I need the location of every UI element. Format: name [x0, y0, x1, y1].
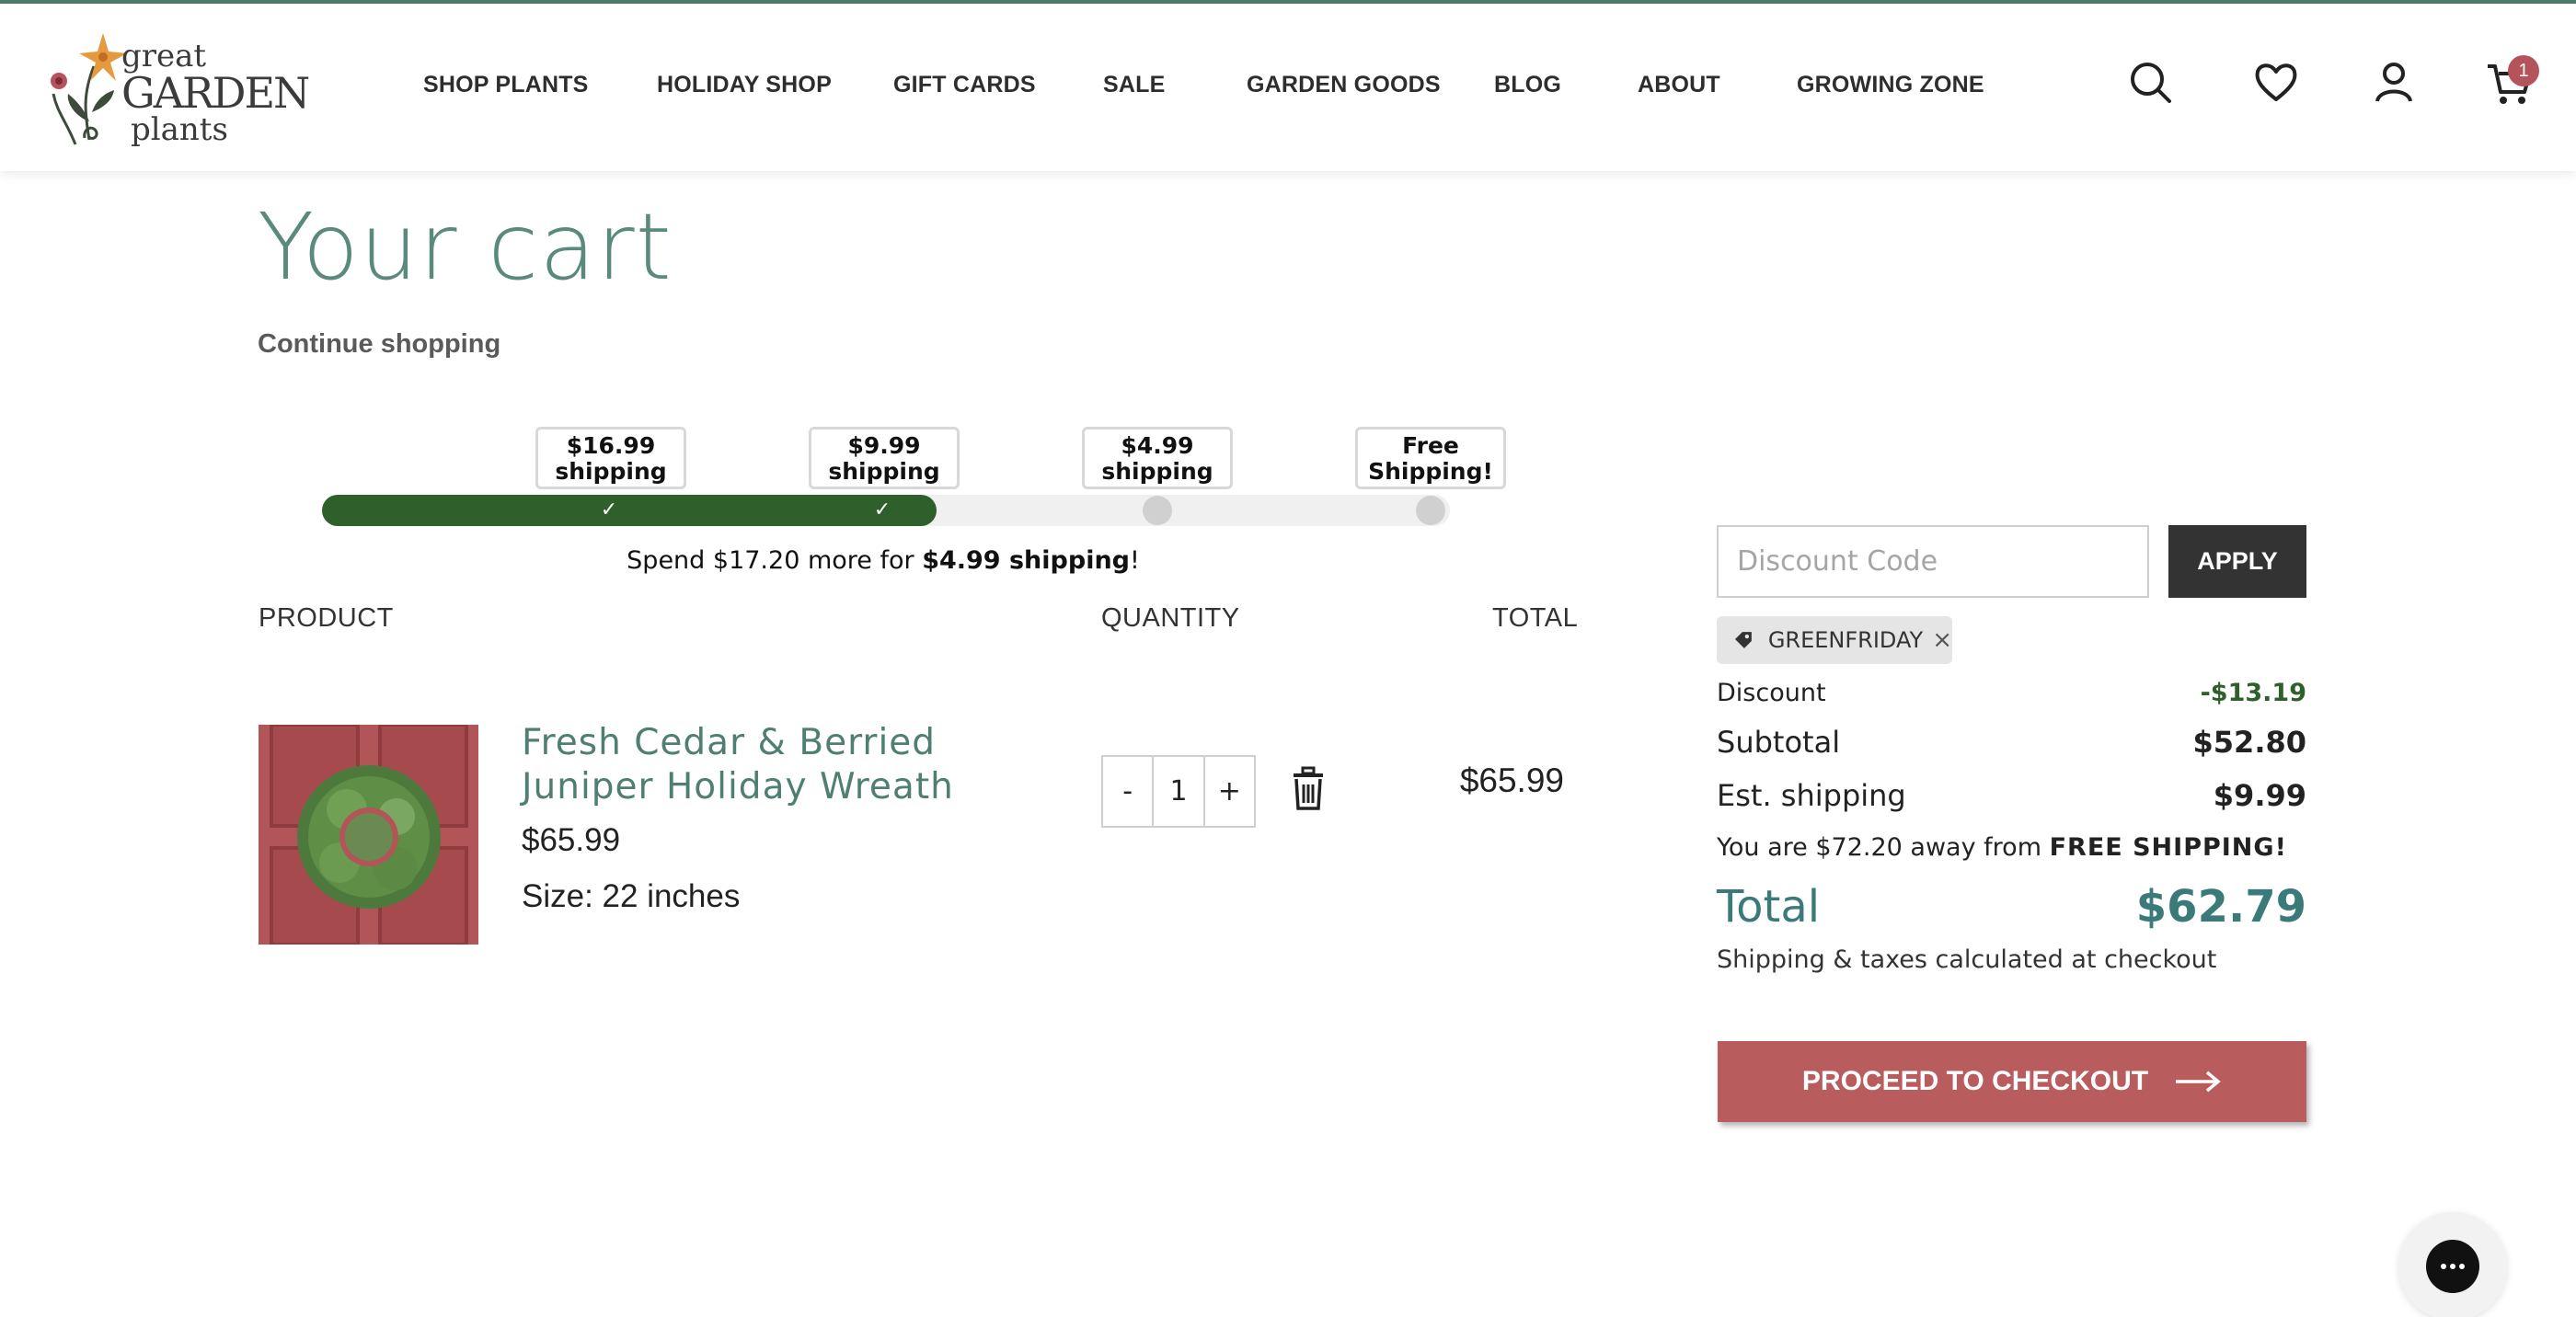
discount-label: Discount [1717, 679, 1826, 707]
nav-growing-zone[interactable]: GROWING ZONE [1797, 72, 1984, 98]
nav-about[interactable]: ABOUT [1638, 72, 1720, 98]
check-icon: ✓ [873, 498, 891, 521]
nav-garden-goods[interactable]: GARDEN GOODS [1247, 72, 1441, 98]
shipping-progress-message: Spend $17.20 more for $4.99 shipping! [460, 546, 1306, 575]
checkout-label: PROCEED TO CHECKOUT [1801, 1066, 2149, 1096]
shipping-value: $9.99 [2213, 778, 2306, 813]
tier-label-text: Shipping! [1368, 458, 1493, 485]
subtotal-row: Subtotal $52.80 [1717, 725, 2306, 760]
subtotal-value: $52.80 [2192, 725, 2306, 760]
tax-note: Shipping & taxes calculated at checkout [1717, 945, 2217, 974]
tier-label-text: shipping [828, 458, 940, 485]
product-unit-price: $65.99 [522, 822, 621, 858]
proceed-to-checkout-button[interactable]: PROCEED TO CHECKOUT [1718, 1041, 2306, 1122]
shipping-progress-fill [322, 495, 937, 526]
column-header-total: TOTAL [1492, 603, 1579, 633]
discount-row: Discount -$13.19 [1717, 679, 2306, 707]
product-variant-size: Size: 22 inches [522, 878, 741, 914]
tier-label-text: shipping [1101, 458, 1213, 485]
arrow-right-icon [2176, 1071, 2221, 1093]
site-logo[interactable]: great GARDEN plants [48, 29, 310, 153]
applied-discount-chip: GREENFRIDAY × [1717, 616, 1952, 664]
total-label: Total [1717, 881, 1821, 933]
logo-great: great [121, 38, 207, 74]
discount-value: -$13.19 [2200, 679, 2306, 707]
column-header-quantity: QUANTITY [1101, 603, 1240, 633]
tier-price: $9.99 [847, 432, 921, 459]
spend-msg-prefix: Spend $17.20 more for [627, 546, 923, 575]
away-prefix: You are $72.20 away from [1717, 833, 2050, 862]
line-item-total: $65.99 [1459, 762, 1564, 799]
remove-discount-icon[interactable]: × [1932, 626, 1952, 654]
away-bold: FREE SHIPPING! [2049, 833, 2287, 862]
logo-garden: GARDEN [121, 68, 310, 118]
spend-msg-bold: $4.99 shipping [922, 546, 1130, 575]
progress-dot [1143, 496, 1172, 525]
heart-icon[interactable] [2250, 57, 2302, 109]
tier-price: Free [1402, 432, 1459, 459]
nav-gift-cards[interactable]: GIFT CARDS [893, 72, 1036, 98]
apply-discount-button[interactable]: APPLY [2168, 525, 2306, 598]
progress-dot [1416, 496, 1445, 525]
column-header-product: PRODUCT [259, 603, 394, 633]
search-icon[interactable] [2125, 57, 2177, 109]
spend-msg-suffix: ! [1130, 546, 1140, 575]
nav-blog[interactable]: BLOG [1494, 72, 1561, 98]
wreath-image [259, 725, 478, 945]
shipping-tier-1: $16.99 shipping [535, 427, 686, 489]
logo-wordmark: great GARDEN plants [121, 38, 310, 148]
product-image[interactable] [259, 725, 478, 945]
nav-sale[interactable]: SALE [1103, 72, 1165, 98]
quantity-decrease-button[interactable]: - [1103, 757, 1152, 826]
cart-count-badge: 1 [2508, 55, 2539, 86]
logo-plants: plants [131, 111, 228, 148]
tier-price: $16.99 [566, 432, 656, 459]
shipping-tier-4: Free Shipping! [1355, 427, 1506, 489]
continue-shopping-link[interactable]: Continue shopping [258, 329, 500, 360]
flower-logo-icon [51, 33, 127, 145]
subtotal-label: Subtotal [1717, 725, 1841, 760]
trash-icon[interactable] [1290, 766, 1327, 810]
nav-shop-plants[interactable]: SHOP PLANTS [423, 72, 589, 98]
shipping-tier-3: $4.99 shipping [1082, 427, 1233, 489]
tier-label-text: shipping [555, 458, 667, 485]
free-shipping-message: You are $72.20 away from FREE SHIPPING! [1717, 833, 2287, 862]
chat-widget-button[interactable] [2398, 1212, 2507, 1317]
nav-holiday-shop[interactable]: HOLIDAY SHOP [657, 72, 832, 98]
total-value: $62.79 [2135, 881, 2306, 933]
applied-discount-code: GREENFRIDAY [1767, 627, 1924, 653]
user-icon[interactable] [2368, 57, 2420, 109]
product-name-link[interactable]: Fresh Cedar & Berried Juniper Holiday Wr… [522, 721, 1000, 809]
quantity-stepper: - 1 + [1101, 755, 1256, 828]
tier-price: $4.99 [1121, 432, 1194, 459]
shipping-row: Est. shipping $9.99 [1717, 778, 2306, 813]
quantity-increase-button[interactable]: + [1205, 757, 1254, 826]
site-header: great GARDEN plants SHOP PLANTS HOLIDAY … [0, 4, 2576, 171]
shipping-tier-2: $9.99 shipping [809, 427, 960, 489]
tag-icon [1734, 632, 1752, 648]
quantity-input[interactable]: 1 [1152, 757, 1205, 826]
check-icon: ✓ [600, 498, 618, 521]
shipping-label: Est. shipping [1717, 778, 1906, 813]
total-row: Total $62.79 [1717, 881, 2306, 933]
discount-code-input[interactable] [1717, 525, 2149, 598]
chat-icon [2426, 1240, 2479, 1293]
page-title: Your cart [258, 193, 673, 301]
